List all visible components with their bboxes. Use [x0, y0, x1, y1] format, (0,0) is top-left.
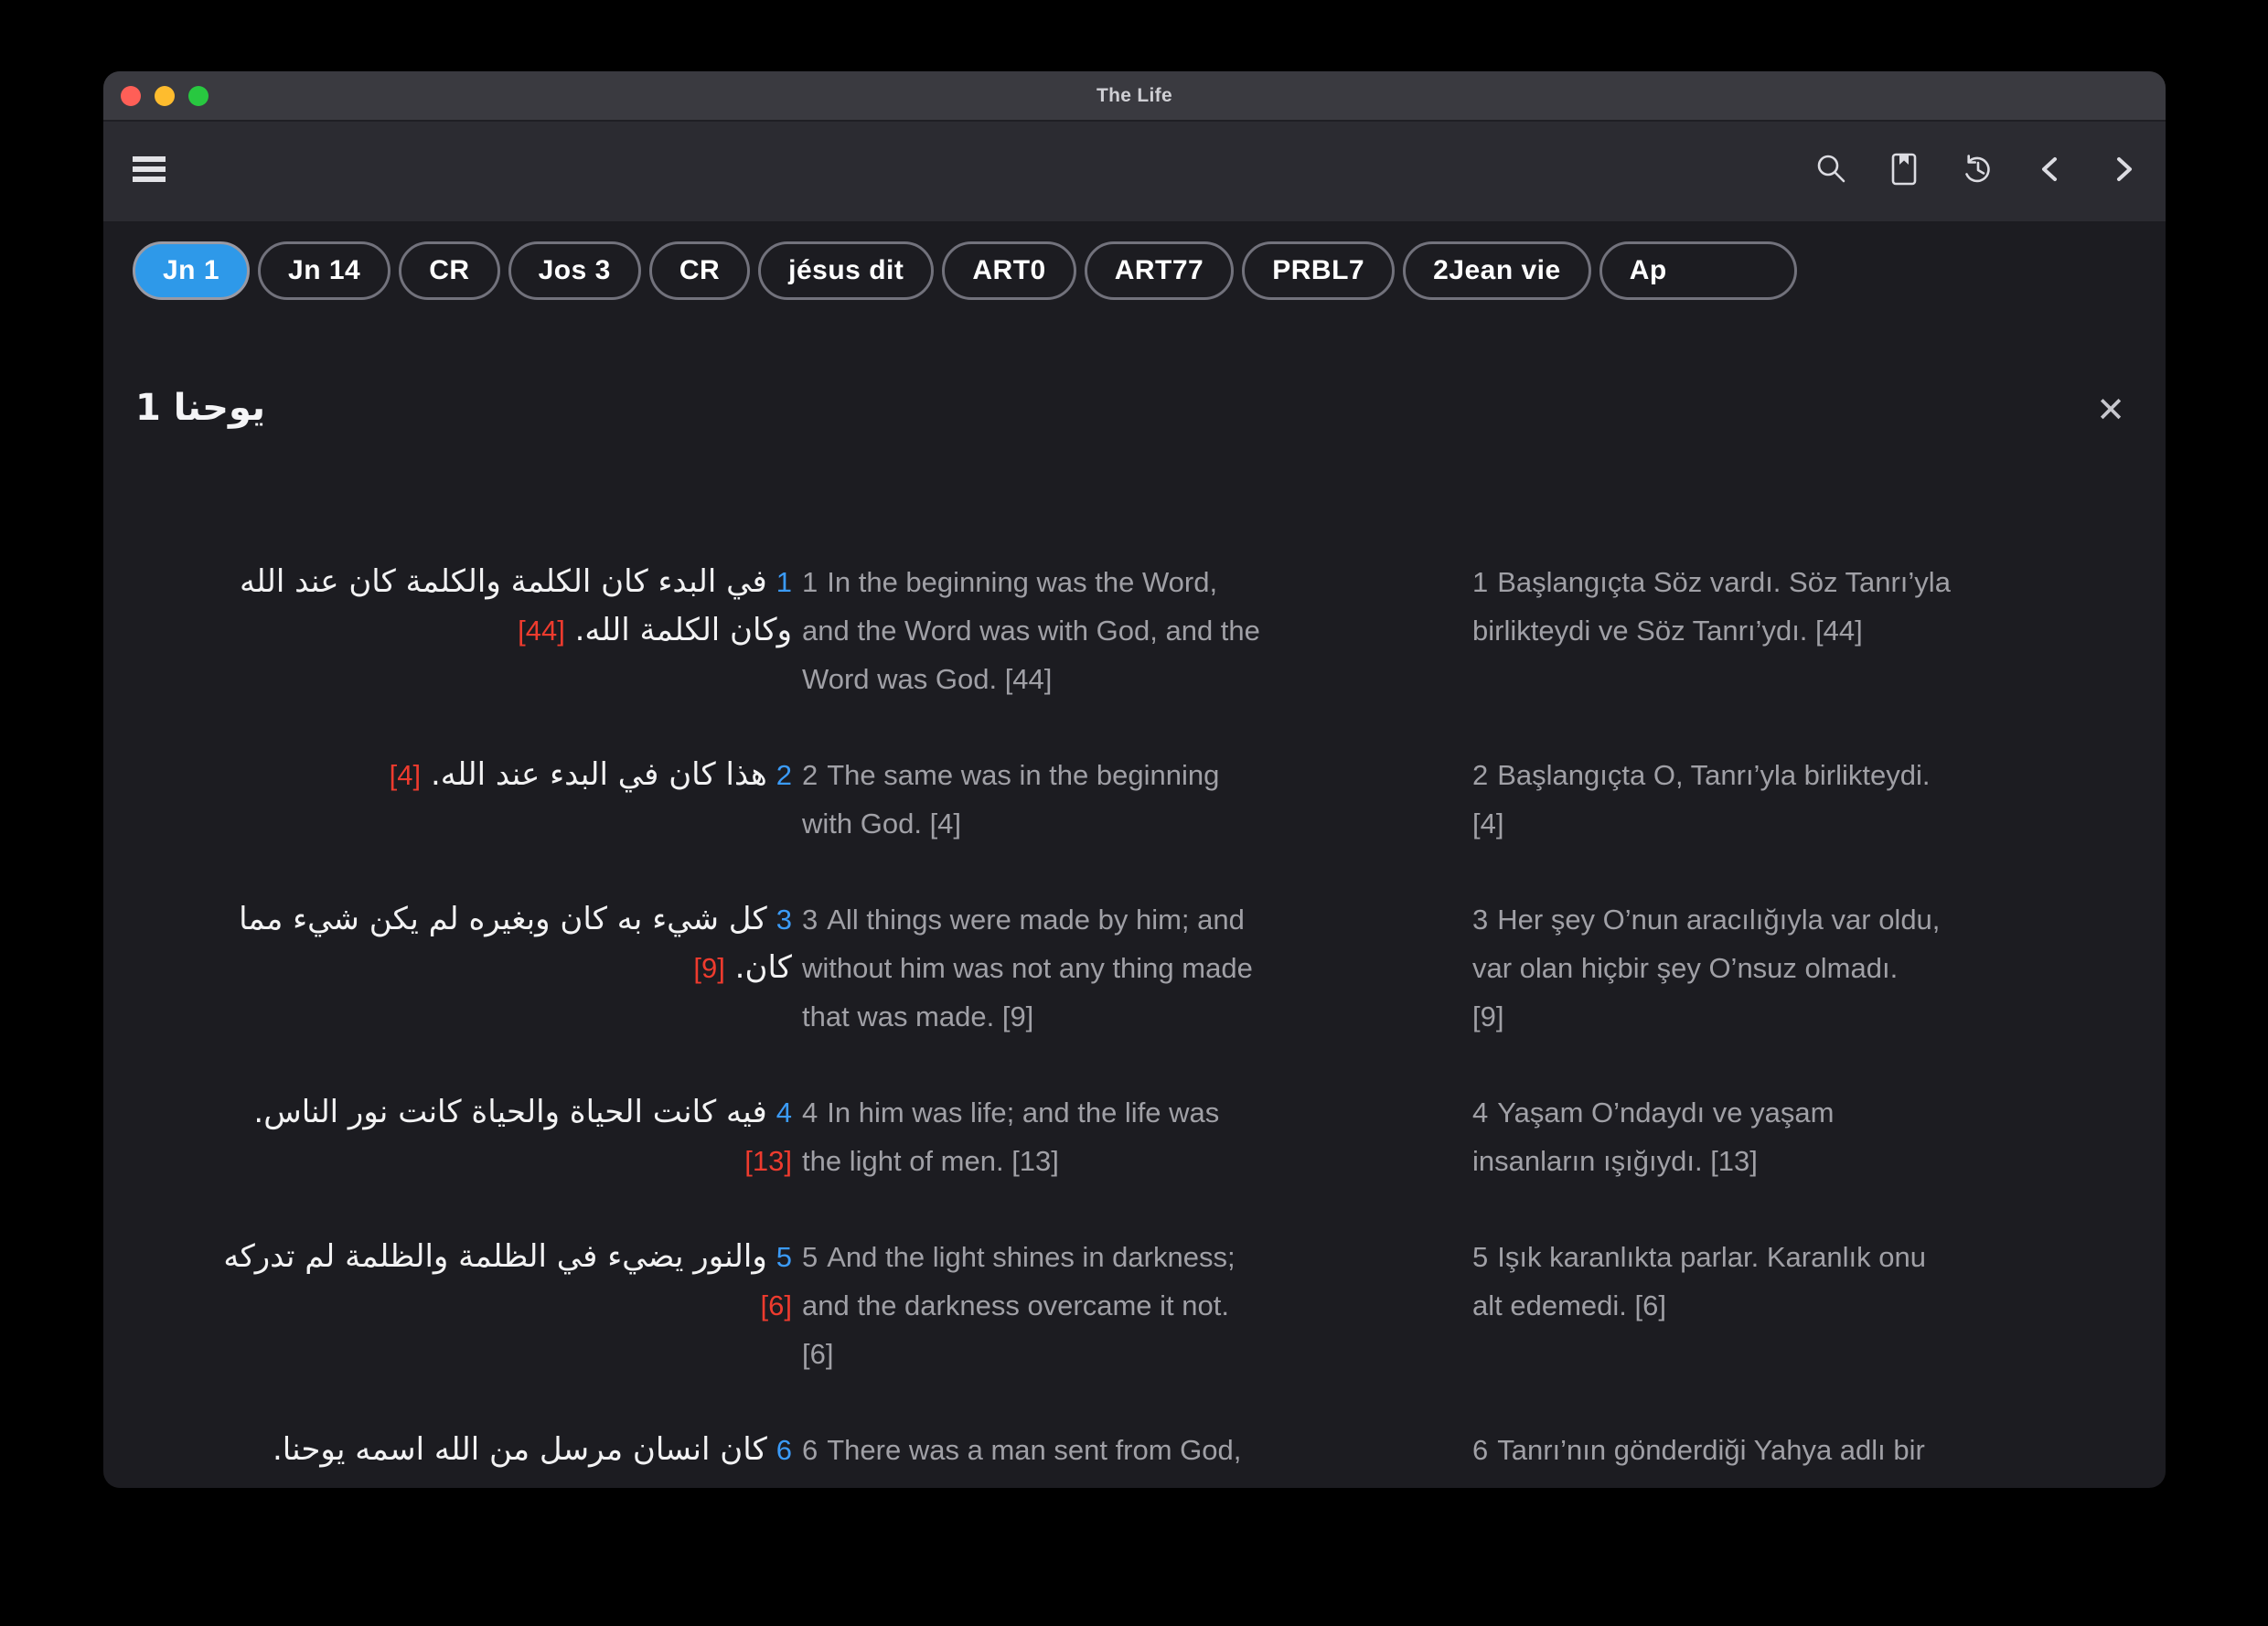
verse-number: 1 — [1472, 566, 1488, 598]
cross-reference[interactable]: [4] — [922, 808, 961, 840]
verse-row-3: 3كل شيء به كان وبغيره لم يكن شيء مما كان… — [135, 895, 2129, 1041]
verse-number: 3 — [776, 904, 792, 936]
cross-reference[interactable]: [44] — [997, 663, 1052, 695]
chevron-right-icon — [2110, 152, 2137, 191]
tab-art0[interactable]: ART0 — [942, 241, 1075, 300]
cross-reference[interactable]: [6] — [802, 1338, 833, 1370]
close-window-button[interactable] — [121, 86, 141, 106]
cross-reference[interactable]: [9] — [1472, 1000, 1503, 1032]
tab-bar: Jn 1 Jn 14 CR Jos 3 CR jésus dit ART0 AR… — [103, 234, 2166, 307]
bookmark-button[interactable] — [1878, 146, 1930, 198]
cross-reference[interactable]: [9] — [693, 952, 725, 984]
verse-1-arabic: 1في البدء كان الكلمة والكلمة كان عند الل… — [135, 558, 792, 703]
verse-number: 6 — [802, 1434, 818, 1466]
verse-number: 6 — [1472, 1434, 1488, 1466]
tab-jesus-dit[interactable]: jésus dit — [758, 241, 934, 300]
verse-3-turkish: 3Her şey O’nun aracılığıyla var oldu, va… — [1472, 895, 2129, 1041]
tab-prbl7[interactable]: PRBL7 — [1242, 241, 1395, 300]
hamburger-icon — [131, 154, 167, 189]
bookmark-icon — [1887, 152, 1921, 191]
verse-number: 2 — [802, 759, 818, 791]
cross-reference[interactable]: [13] — [744, 1145, 792, 1177]
zoom-window-button[interactable] — [188, 86, 209, 106]
back-button[interactable] — [2025, 146, 2076, 198]
verse-1-english: 1In the beginning was the Word, and the … — [802, 558, 1462, 703]
cross-reference[interactable]: [6] — [1627, 1289, 1666, 1321]
verse-row-2: 2هذا كان في البدء عند الله. [4] 2The sam… — [135, 751, 2129, 848]
verse-number: 4 — [776, 1096, 792, 1129]
verse-6-turkish: 6Tanrı’nın gönderdiği Yahya adlı bir — [1472, 1426, 2129, 1474]
cross-reference[interactable]: [13] — [1703, 1145, 1758, 1177]
verse-number: 5 — [802, 1241, 818, 1273]
verse-4-arabic: 4فيه كانت الحياة والحياة كانت نور الناس.… — [135, 1088, 792, 1185]
close-icon: ✕ — [2096, 391, 2125, 430]
verse-5-turkish: 5Işık karanlıkta parlar. Karanlık onu al… — [1472, 1233, 2129, 1378]
menu-button[interactable] — [123, 146, 175, 198]
history-button[interactable] — [1952, 146, 2003, 198]
verse-3-arabic: 3كل شيء به كان وبغيره لم يكن شيء مما كان… — [135, 895, 792, 1041]
verse-number: 5 — [1472, 1241, 1488, 1273]
verse-5-arabic: 5والنور يضيء في الظلمة والظلمة لم تدركه … — [135, 1233, 792, 1378]
search-icon — [1813, 152, 1848, 191]
verse-number: 1 — [802, 566, 818, 598]
app-window: The Life — [103, 71, 2166, 1488]
chevron-left-icon — [2037, 152, 2064, 191]
verse-row-4: 4فيه كانت الحياة والحياة كانت نور الناس.… — [135, 1088, 2129, 1185]
forward-button[interactable] — [2098, 146, 2149, 198]
verse-2-english: 2The same was in the beginning with God.… — [802, 751, 1462, 848]
verse-number: 2 — [1472, 759, 1488, 791]
verse-5-english: 5And the light shines in darkness; and t… — [802, 1233, 1462, 1378]
history-icon — [1959, 152, 1995, 191]
toolbar-right-icons — [1805, 146, 2149, 198]
verse-number: 1 — [776, 566, 792, 598]
cross-reference[interactable]: [6] — [761, 1289, 793, 1321]
tab-jn-1[interactable]: Jn 1 — [133, 241, 250, 300]
verse-2-turkish: 2Başlangıçta O, Tanrı’yla birlikteydi. [… — [1472, 751, 2129, 848]
verse-row-5: 5والنور يضيء في الظلمة والظلمة لم تدركه … — [135, 1233, 2129, 1378]
verse-number: 3 — [1472, 904, 1488, 936]
verse-number: 4 — [1472, 1096, 1488, 1129]
cross-reference[interactable]: [13] — [1004, 1145, 1059, 1177]
search-button[interactable] — [1805, 146, 1856, 198]
cross-reference[interactable]: [44] — [518, 615, 565, 647]
cross-reference[interactable]: [9] — [994, 1000, 1033, 1032]
tab-cr-2[interactable]: CR — [649, 241, 750, 300]
verse-6-arabic: 6كان انسان مرسل من الله اسمه يوحنا. — [135, 1426, 792, 1474]
window-title: The Life — [1097, 85, 1172, 107]
verse-number: 4 — [802, 1096, 818, 1129]
verse-number: 2 — [776, 759, 792, 791]
verse-3-english: 3All things were made by him; and withou… — [802, 895, 1462, 1041]
verse-4-english: 4In him was life; and the life was the l… — [802, 1088, 1462, 1185]
cross-reference[interactable]: [4] — [1472, 808, 1503, 840]
cross-reference[interactable]: [4] — [390, 759, 422, 791]
verse-number: 5 — [776, 1241, 792, 1273]
tab-ap[interactable]: Ap — [1599, 241, 1797, 300]
verse-4-turkish: 4Yaşam O’ndaydı ve yaşam insanların ışığ… — [1472, 1088, 2129, 1185]
verse-number: 3 — [802, 904, 818, 936]
close-pane-button[interactable]: ✕ — [2096, 393, 2125, 428]
verse-number: 6 — [776, 1434, 792, 1466]
traffic-lights — [121, 71, 209, 120]
title-bar[interactable]: The Life — [103, 71, 2166, 122]
tab-jos-3[interactable]: Jos 3 — [508, 241, 641, 300]
tab-art77[interactable]: ART77 — [1085, 241, 1235, 300]
cross-reference[interactable]: [44] — [1807, 615, 1862, 647]
tab-cr-1[interactable]: CR — [399, 241, 499, 300]
verse-row-6: 6كان انسان مرسل من الله اسمه يوحنا. 6The… — [135, 1426, 2129, 1474]
verse-6-english: 6There was a man sent from God, — [802, 1426, 1462, 1474]
toolbar — [103, 122, 2166, 221]
tab-jn-14[interactable]: Jn 14 — [258, 241, 390, 300]
verse-1-turkish: 1Başlangıçta Söz vardı. Söz Tanrı’yla bi… — [1472, 558, 2129, 703]
chapter-title: يوحنا 1 — [135, 387, 265, 429]
tab-2jean-vie[interactable]: 2Jean vie — [1403, 241, 1591, 300]
verse-2-arabic: 2هذا كان في البدء عند الله. [4] — [135, 751, 792, 848]
verse-grid: 1في البدء كان الكلمة والكلمة كان عند الل… — [135, 558, 2129, 1474]
minimize-window-button[interactable] — [155, 86, 175, 106]
verse-row-1: 1في البدء كان الكلمة والكلمة كان عند الل… — [135, 558, 2129, 703]
